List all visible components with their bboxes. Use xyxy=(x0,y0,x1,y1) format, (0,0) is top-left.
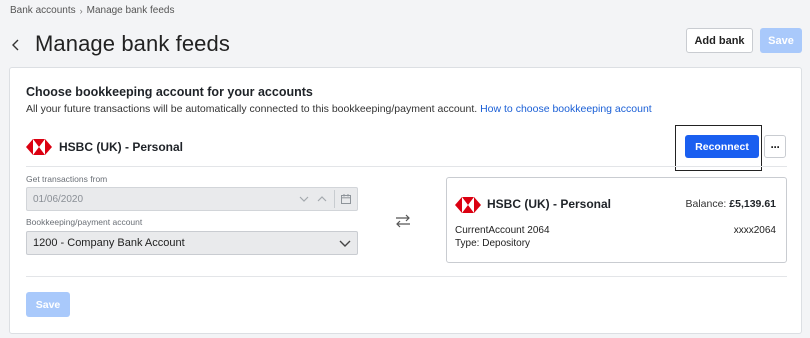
bookkeeping-account-value: 1200 - Company Bank Account xyxy=(33,237,185,249)
chevron-up-icon xyxy=(317,188,327,210)
reconnect-button[interactable]: Reconnect xyxy=(685,135,759,158)
back-chevron-icon[interactable] xyxy=(8,34,24,56)
bookkeeping-label: Bookkeeping/payment account xyxy=(26,217,143,227)
breadcrumb-bank-accounts[interactable]: Bank accounts xyxy=(10,5,76,16)
divider xyxy=(26,166,787,167)
help-link[interactable]: How to choose bookkeeping account xyxy=(480,103,652,115)
divider xyxy=(26,276,787,277)
chevron-down-icon xyxy=(339,236,351,253)
account-detail-card: HSBC (UK) - Personal Balance: £5,139.61 … xyxy=(446,177,787,263)
hsbc-logo-icon xyxy=(455,197,481,213)
balance-label: Balance: xyxy=(685,198,727,210)
more-options-button[interactable]: ··· xyxy=(764,135,786,158)
bank-name: HSBC (UK) - Personal xyxy=(59,140,184,154)
get-transactions-date-value: 01/06/2020 xyxy=(33,193,84,205)
account-number: xxxx2064 xyxy=(733,225,776,236)
get-transactions-date-input: 01/06/2020 xyxy=(26,187,358,211)
save-button-top[interactable]: Save xyxy=(760,28,802,53)
bank-feed-card: Choose bookkeeping account for your acco… xyxy=(9,67,802,334)
account-name: CurrentAccount 2064 xyxy=(455,225,550,236)
input-separator xyxy=(334,190,335,208)
account-detail-bank-name: HSBC (UK) - Personal xyxy=(487,197,612,211)
balance: Balance: £5,139.61 xyxy=(685,198,776,210)
account-type: Type: Depository xyxy=(455,238,531,249)
save-button-bottom[interactable]: Save xyxy=(26,292,70,317)
get-transactions-label: Get transactions from xyxy=(26,174,108,184)
hsbc-logo-icon xyxy=(26,139,52,155)
breadcrumb-separator: › xyxy=(79,5,83,16)
bookkeeping-account-select[interactable]: 1200 - Company Bank Account xyxy=(26,231,358,255)
add-bank-button[interactable]: Add bank xyxy=(686,28,753,53)
swap-arrows-icon xyxy=(396,214,410,228)
page-title: Manage bank feeds xyxy=(35,31,230,56)
card-description: All your future transactions will be aut… xyxy=(26,103,652,115)
card-heading: Choose bookkeeping account for your acco… xyxy=(26,85,313,99)
card-description-text: All your future transactions will be aut… xyxy=(26,103,478,115)
balance-value: £5,139.61 xyxy=(729,198,776,210)
breadcrumb: Bank accounts › Manage bank feeds xyxy=(10,5,174,16)
calendar-icon xyxy=(341,188,351,210)
chevron-down-icon xyxy=(299,188,309,210)
breadcrumb-manage-bank-feeds: Manage bank feeds xyxy=(86,5,175,16)
